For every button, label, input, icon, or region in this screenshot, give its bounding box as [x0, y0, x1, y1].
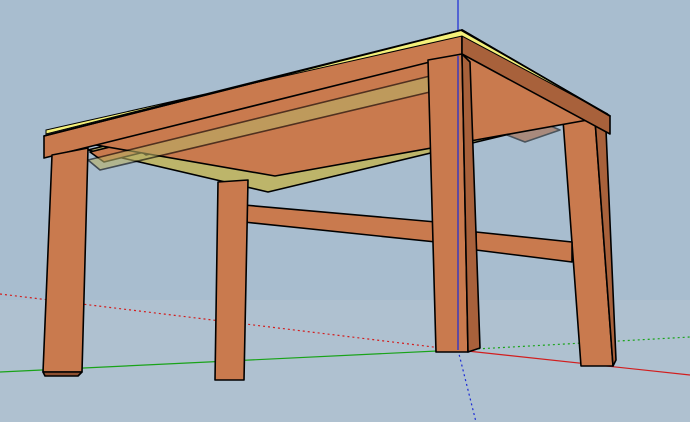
3d-model-canvas[interactable] [0, 0, 690, 422]
sketchup-viewport[interactable] [0, 0, 690, 422]
leg-front-middle[interactable] [214, 179, 249, 381]
